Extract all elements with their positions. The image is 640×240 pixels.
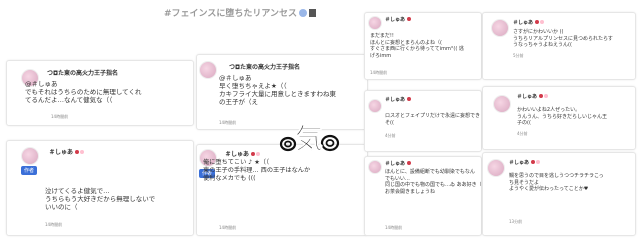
avatar <box>368 99 382 113</box>
comment-text: 泣けてくるよ健気で… うちらもう大好きだから無理しないで いいのに（ <box>45 187 156 211</box>
comment-text: まだまだ!! ほんとに妄想とまらんのよね（( すぐさま西に行くから待っててimm… <box>370 33 464 59</box>
avatar <box>368 16 382 30</box>
stamp-sticker: 気 <box>279 122 340 155</box>
comment-card[interactable]: ＃しゅあ さすがにかわいいか (( うちらリアルプリンセスに見つめられたらす う… <box>482 12 636 80</box>
comment-text: 鯛を思うので目を逃しうつつチラチラこっ ち見そうだよ ようやく愛が伝わったってこ… <box>509 173 604 192</box>
comment-card[interactable]: ＃しゅあ 作者 泣けてくるよ健気で… うちらもう大好きだから無理しないで いいの… <box>6 140 194 236</box>
timestamp: 14時間前 <box>45 222 63 227</box>
comment-author: ＃しゅあ <box>385 96 412 103</box>
heart-icon <box>80 150 85 154</box>
comment-author: ＃しゅあ <box>517 93 549 100</box>
comment-author: ＃しゅあ <box>385 16 412 23</box>
heart-icon <box>544 94 549 98</box>
comment-author: ＃しゅあ <box>49 147 85 156</box>
heart-icon <box>407 161 412 165</box>
comment-handle: @＃しゅあ <box>25 80 58 88</box>
page-title: #フェインスに堕ちたリアンセス <box>130 6 350 19</box>
heart-icon <box>531 160 536 164</box>
heart-icon <box>407 17 412 21</box>
comment-card[interactable]: ＃しゅあ かわいいよね2人ぜったい。 うんうん、うちら好きだらしいじゃん王 子の… <box>482 86 636 150</box>
timestamp: 14時間前 <box>219 120 237 125</box>
comment-handle: @＃しゅあ <box>219 74 252 82</box>
building-icon <box>309 9 316 17</box>
comment-text: さすがにかわいいか (( うちらリアルプリンセスに見つめられたらす うなっちゃう… <box>513 29 613 48</box>
comment-card[interactable]: ＃しゅあ 鯛を思うので目を逃しうつつチラチラこっ ち見そうだよ ようやく愛が伝わ… <box>482 152 636 236</box>
timestamp: 4分前 <box>385 133 396 138</box>
comment-text: かわいいよね2人ぜったい。 うんうん、うちら好きだらしいじゃん王 子の(( <box>517 107 608 126</box>
circle-badge-icon <box>299 9 307 17</box>
comment-text: 早く堕ちちゃえよ★（（ カキフライ大量に用意しときますわね東 の王子が（え <box>219 82 336 106</box>
heart-icon <box>256 152 261 156</box>
timestamp: 14時間前 <box>51 114 69 119</box>
avatar <box>493 95 511 113</box>
comment-author: つ◘た東の高火力王子指名 <box>229 64 301 71</box>
timestamp: 14時間前 <box>219 225 237 230</box>
comment-author: ＃しゅあ <box>225 149 261 158</box>
comment-text: ほんとに、設備組断でも幼馴染でもなん でもいい… 同じ国の中でも物の国でも…ゐ … <box>385 169 482 195</box>
author-badge: 作者 <box>21 166 38 175</box>
timestamp: 5分前 <box>513 53 524 58</box>
avatar <box>368 160 382 174</box>
heart-icon <box>539 94 544 98</box>
heart-icon <box>535 20 540 24</box>
timestamp: 13分前 <box>509 219 523 224</box>
timestamp: 14時間前 <box>370 70 388 75</box>
heart-icon <box>251 152 256 156</box>
avatar <box>487 159 505 177</box>
comment-text: でもそれはうちらのために無理してくれ てるんだよ…なんて健気な（（ <box>25 88 142 104</box>
heart-icon <box>540 20 545 24</box>
comment-card[interactable]: つ◘た東の高火力王子指名 @＃しゅあ でもそれはうちらのために無理してくれ てる… <box>6 60 194 126</box>
avatar <box>21 147 39 165</box>
comment-card[interactable]: ＃しゅあ ロスオとフェイプリだけで永遠に妄想でき そ(( 4分前 <box>364 90 482 152</box>
comment-author: ＃しゅあ <box>513 19 545 26</box>
comment-card[interactable]: ＃しゅあ ほんとに、設備組断でも幼馴染でもなん でもいい… 同じ国の中でも物の国… <box>364 156 482 236</box>
comment-card[interactable]: ＃しゅあ まだまだ!! ほんとに妄想とまらんのよね（( すぐさま西に行くから待っ… <box>364 12 482 80</box>
comment-author: つ◘た東の高火力王子指名 <box>47 70 119 77</box>
comment-text: ロスオとフェイプリだけで永遠に妄想でき そ(( <box>385 113 481 126</box>
avatar <box>199 61 217 79</box>
svg-text:気: 気 <box>295 122 323 155</box>
comment-text: 俺に堕ちてこい ♪ ★（（ 東の王子の手料理… 西の王子はなんか 便利なメカでも… <box>203 159 311 182</box>
timestamp: 4分前 <box>517 131 528 136</box>
heart-icon <box>536 160 541 164</box>
heart-icon <box>407 97 412 101</box>
comment-author: ＃しゅあ <box>509 159 541 166</box>
avatar <box>491 19 509 37</box>
timestamp: 14時間前 <box>385 225 403 230</box>
heart-icon <box>75 150 80 154</box>
comment-author: ＃しゅあ <box>385 160 412 167</box>
